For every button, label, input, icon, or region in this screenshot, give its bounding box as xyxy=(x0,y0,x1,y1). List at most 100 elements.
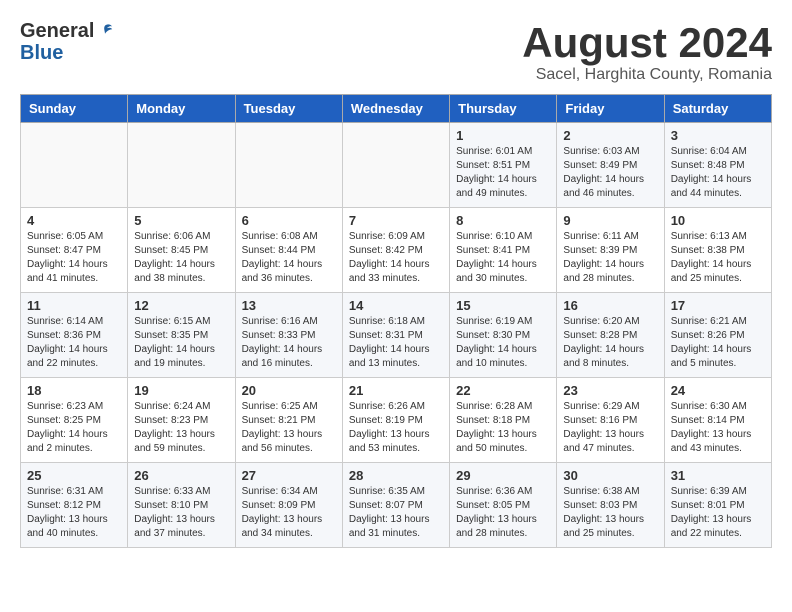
calendar-cell: 25 Sunrise: 6:31 AM Sunset: 8:12 PM Dayli… xyxy=(21,463,128,548)
calendar-cell: 27 Sunrise: 6:34 AM Sunset: 8:09 PM Dayli… xyxy=(235,463,342,548)
day-detail: Sunrise: 6:05 AM Sunset: 8:47 PM Dayligh… xyxy=(27,230,121,286)
calendar-cell: 1 Sunrise: 6:01 AM Sunset: 8:51 PM Daylig… xyxy=(450,123,557,208)
calendar-cell: 8Sunrise: 6:10 AM Sunset: 8:41 PM Daylig… xyxy=(450,208,557,293)
calendar-cell: 6Sunrise: 6:08 AM Sunset: 8:44 PM Daylig… xyxy=(235,208,342,293)
calendar-cell: 26 Sunrise: 6:33 AM Sunset: 8:10 PM Dayli… xyxy=(128,463,235,548)
weekday-header-friday: Friday xyxy=(557,95,664,123)
calendar-cell: 28 Sunrise: 6:35 AM Sunset: 8:07 PM Dayli… xyxy=(342,463,449,548)
day-number: 10 xyxy=(671,213,765,228)
day-number: 1 xyxy=(456,128,550,143)
calendar-cell xyxy=(21,123,128,208)
day-detail: Sunrise: 6:08 AM Sunset: 8:44 PM Dayligh… xyxy=(242,230,336,286)
day-detail: Sunrise: 6:26 AM Sunset: 8:19 PM Dayligh… xyxy=(349,400,443,456)
calendar: SundayMondayTuesdayWednesdayThursdayFrid… xyxy=(20,94,772,548)
day-number: 31 xyxy=(671,468,765,483)
day-number: 27 xyxy=(242,468,336,483)
day-detail: Sunrise: 6:28 AM Sunset: 8:18 PM Dayligh… xyxy=(456,400,550,456)
weekday-header-monday: Monday xyxy=(128,95,235,123)
day-number: 25 xyxy=(27,468,121,483)
calendar-cell: 30 Sunrise: 6:38 AM Sunset: 8:03 PM Dayli… xyxy=(557,463,664,548)
calendar-cell: 12 Sunrise: 6:15 AM Sunset: 8:35 PM Dayli… xyxy=(128,293,235,378)
calendar-cell: 17 Sunrise: 6:21 AM Sunset: 8:26 PM Dayli… xyxy=(664,293,771,378)
day-number: 11 xyxy=(27,298,121,313)
day-number: 4 xyxy=(27,213,121,228)
calendar-cell: 21Sunrise: 6:26 AM Sunset: 8:19 PM Dayli… xyxy=(342,378,449,463)
calendar-cell: 10 Sunrise: 6:13 AM Sunset: 8:38 PM Dayli… xyxy=(664,208,771,293)
calendar-cell: 18Sunrise: 6:23 AM Sunset: 8:25 PM Dayli… xyxy=(21,378,128,463)
day-number: 9 xyxy=(563,213,657,228)
day-number: 3 xyxy=(671,128,765,143)
calendar-cell: 2 Sunrise: 6:03 AM Sunset: 8:49 PM Daylig… xyxy=(557,123,664,208)
day-detail: Sunrise: 6:25 AM Sunset: 8:21 PM Dayligh… xyxy=(242,400,336,456)
calendar-cell: 31 Sunrise: 6:39 AM Sunset: 8:01 PM Dayli… xyxy=(664,463,771,548)
day-number: 7 xyxy=(349,213,443,228)
calendar-cell: 9 Sunrise: 6:11 AM Sunset: 8:39 PM Daylig… xyxy=(557,208,664,293)
day-number: 30 xyxy=(563,468,657,483)
logo-blue: Blue xyxy=(20,42,63,64)
day-number: 14 xyxy=(349,298,443,313)
day-number: 13 xyxy=(242,298,336,313)
day-detail: Sunrise: 6:04 AM Sunset: 8:48 PM Dayligh… xyxy=(671,145,765,201)
weekday-header-thursday: Thursday xyxy=(450,95,557,123)
calendar-cell: 20 Sunrise: 6:25 AM Sunset: 8:21 PM Dayli… xyxy=(235,378,342,463)
day-detail: Sunrise: 6:13 AM Sunset: 8:38 PM Dayligh… xyxy=(671,230,765,286)
day-detail: Sunrise: 6:19 AM Sunset: 8:30 PM Dayligh… xyxy=(456,315,550,371)
calendar-cell: 22 Sunrise: 6:28 AM Sunset: 8:18 PM Dayli… xyxy=(450,378,557,463)
day-detail: Sunrise: 6:15 AM Sunset: 8:35 PM Dayligh… xyxy=(134,315,228,371)
day-number: 17 xyxy=(671,298,765,313)
day-number: 16 xyxy=(563,298,657,313)
calendar-cell: 19 Sunrise: 6:24 AM Sunset: 8:23 PM Dayli… xyxy=(128,378,235,463)
day-detail: Sunrise: 6:33 AM Sunset: 8:10 PM Dayligh… xyxy=(134,485,228,541)
calendar-cell: 7Sunrise: 6:09 AM Sunset: 8:42 PM Daylig… xyxy=(342,208,449,293)
day-detail: Sunrise: 6:38 AM Sunset: 8:03 PM Dayligh… xyxy=(563,485,657,541)
calendar-cell: 29 Sunrise: 6:36 AM Sunset: 8:05 PM Dayli… xyxy=(450,463,557,548)
day-detail: Sunrise: 6:18 AM Sunset: 8:31 PM Dayligh… xyxy=(349,315,443,371)
day-detail: Sunrise: 6:36 AM Sunset: 8:05 PM Dayligh… xyxy=(456,485,550,541)
day-number: 26 xyxy=(134,468,228,483)
day-number: 12 xyxy=(134,298,228,313)
calendar-cell: 13Sunrise: 6:16 AM Sunset: 8:33 PM Dayli… xyxy=(235,293,342,378)
day-detail: Sunrise: 6:35 AM Sunset: 8:07 PM Dayligh… xyxy=(349,485,443,541)
day-detail: Sunrise: 6:39 AM Sunset: 8:01 PM Dayligh… xyxy=(671,485,765,541)
day-number: 22 xyxy=(456,383,550,398)
day-number: 24 xyxy=(671,383,765,398)
day-number: 29 xyxy=(456,468,550,483)
day-detail: Sunrise: 6:06 AM Sunset: 8:45 PM Dayligh… xyxy=(134,230,228,286)
day-number: 18 xyxy=(27,383,121,398)
calendar-cell: 24 Sunrise: 6:30 AM Sunset: 8:14 PM Dayli… xyxy=(664,378,771,463)
logo: General Blue xyxy=(20,20,114,64)
calendar-week-3: 11Sunrise: 6:14 AM Sunset: 8:36 PM Dayli… xyxy=(21,293,772,378)
calendar-week-5: 25 Sunrise: 6:31 AM Sunset: 8:12 PM Dayli… xyxy=(21,463,772,548)
calendar-cell xyxy=(235,123,342,208)
day-detail: Sunrise: 6:30 AM Sunset: 8:14 PM Dayligh… xyxy=(671,400,765,456)
day-detail: Sunrise: 6:03 AM Sunset: 8:49 PM Dayligh… xyxy=(563,145,657,201)
calendar-week-2: 4 Sunrise: 6:05 AM Sunset: 8:47 PM Daylig… xyxy=(21,208,772,293)
day-detail: Sunrise: 6:01 AM Sunset: 8:51 PM Dayligh… xyxy=(456,145,550,201)
day-number: 20 xyxy=(242,383,336,398)
calendar-week-4: 18Sunrise: 6:23 AM Sunset: 8:25 PM Dayli… xyxy=(21,378,772,463)
day-detail: Sunrise: 6:31 AM Sunset: 8:12 PM Dayligh… xyxy=(27,485,121,541)
weekday-header-sunday: Sunday xyxy=(21,95,128,123)
day-number: 5 xyxy=(134,213,228,228)
calendar-cell: 16 Sunrise: 6:20 AM Sunset: 8:28 PM Dayli… xyxy=(557,293,664,378)
calendar-cell xyxy=(128,123,235,208)
day-number: 2 xyxy=(563,128,657,143)
calendar-cell: 23Sunrise: 6:29 AM Sunset: 8:16 PM Dayli… xyxy=(557,378,664,463)
weekday-header-tuesday: Tuesday xyxy=(235,95,342,123)
day-detail: Sunrise: 6:21 AM Sunset: 8:26 PM Dayligh… xyxy=(671,315,765,371)
day-number: 19 xyxy=(134,383,228,398)
day-number: 28 xyxy=(349,468,443,483)
calendar-cell: 5 Sunrise: 6:06 AM Sunset: 8:45 PM Daylig… xyxy=(128,208,235,293)
logo-general: General xyxy=(20,20,94,42)
calendar-cell: 14 Sunrise: 6:18 AM Sunset: 8:31 PM Dayli… xyxy=(342,293,449,378)
day-detail: Sunrise: 6:20 AM Sunset: 8:28 PM Dayligh… xyxy=(563,315,657,371)
title-area: August 2024 Sacel, Harghita County, Roma… xyxy=(522,20,772,84)
calendar-cell xyxy=(342,123,449,208)
day-number: 15 xyxy=(456,298,550,313)
calendar-cell: 11Sunrise: 6:14 AM Sunset: 8:36 PM Dayli… xyxy=(21,293,128,378)
logo-bird-icon xyxy=(96,22,114,40)
header: General Blue August 2024 Sacel, Harghita… xyxy=(20,20,772,84)
day-detail: Sunrise: 6:11 AM Sunset: 8:39 PM Dayligh… xyxy=(563,230,657,286)
day-detail: Sunrise: 6:24 AM Sunset: 8:23 PM Dayligh… xyxy=(134,400,228,456)
day-detail: Sunrise: 6:34 AM Sunset: 8:09 PM Dayligh… xyxy=(242,485,336,541)
